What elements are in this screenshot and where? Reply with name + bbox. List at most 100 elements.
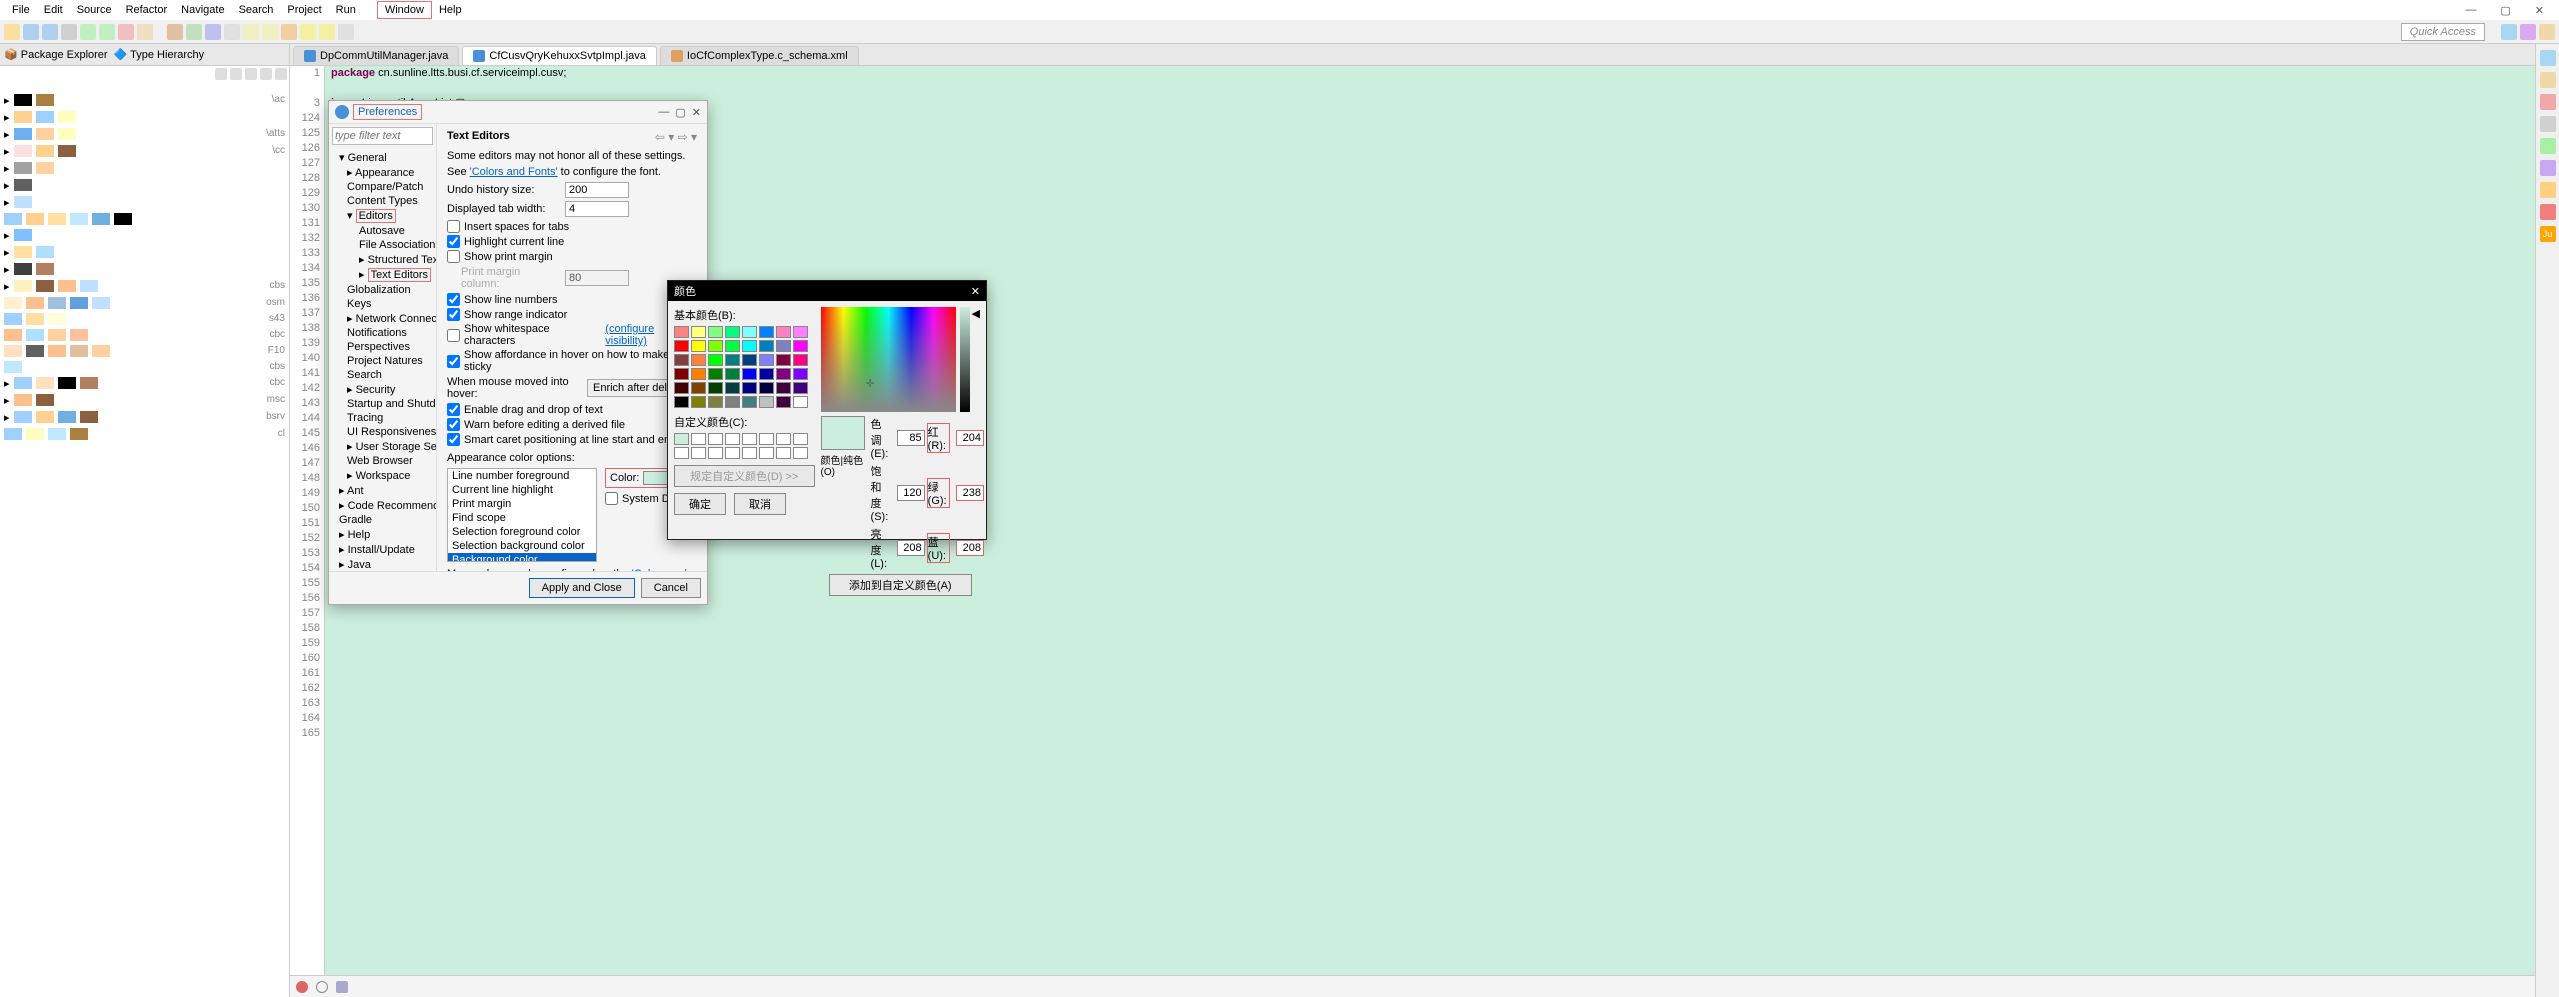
crosshair-icon[interactable]: ✛: [866, 377, 875, 390]
prefs-nav-arrows[interactable]: ⇦ ▾ ⇨ ▾: [655, 130, 697, 144]
run-icon[interactable]: [99, 24, 115, 40]
coverage-icon[interactable]: [118, 24, 134, 40]
minimize-view-icon[interactable]: [260, 68, 272, 80]
filter-input[interactable]: [332, 127, 433, 145]
pkg-tree[interactable]: ▸\ac ▸ ▸\atts ▸\cc ▸ ▸ ▸ ▸ ▸ ▸ ▸cbs osm …: [0, 86, 289, 997]
console-icon[interactable]: [2540, 116, 2556, 132]
editor-tab-active[interactable]: CfCusvQryKehuxxSvtpImpl.java: [462, 46, 657, 65]
chk-hover[interactable]: [447, 355, 460, 368]
undo-input[interactable]: [565, 182, 629, 198]
color-ok-button[interactable]: 确定: [674, 493, 726, 515]
error-log-icon[interactable]: [2540, 204, 2556, 220]
tree-expand-icon[interactable]: ▸: [4, 196, 10, 209]
pin-icon[interactable]: [338, 24, 354, 40]
tree-expand-icon[interactable]: ▸: [4, 394, 10, 407]
menu-navigate[interactable]: Navigate: [174, 2, 231, 18]
progress-icon[interactable]: [2540, 138, 2556, 154]
tree-expand-icon[interactable]: ▸: [4, 263, 10, 276]
menu-project[interactable]: Project: [280, 2, 328, 18]
editor-tab[interactable]: IoCfComplexType.c_schema.xml: [660, 46, 859, 65]
tabwidth-input[interactable]: [565, 201, 629, 217]
search-view-icon[interactable]: [2540, 182, 2556, 198]
perspective-other-icon[interactable]: [2539, 24, 2555, 40]
outline-icon[interactable]: [2540, 50, 2556, 66]
menu-window[interactable]: Window: [377, 1, 432, 19]
save-icon[interactable]: [23, 24, 39, 40]
save-all-icon[interactable]: [42, 24, 58, 40]
tree-expand-icon[interactable]: ▸: [4, 162, 10, 175]
chk-smart-caret[interactable]: [447, 433, 460, 446]
perspective-java-icon[interactable]: [2501, 24, 2517, 40]
back-icon[interactable]: [300, 24, 316, 40]
color-gradient[interactable]: ✛: [821, 307, 956, 412]
junit-icon[interactable]: Ju: [2540, 226, 2556, 242]
debug-icon[interactable]: [80, 24, 96, 40]
basic-colors-grid[interactable]: [674, 326, 815, 408]
lum-input[interactable]: [897, 540, 925, 556]
menu-refactor[interactable]: Refactor: [119, 2, 175, 18]
minimize-icon[interactable]: —: [2458, 2, 2483, 19]
tasks-icon[interactable]: [2540, 72, 2556, 88]
perspective-debug-icon[interactable]: [2520, 24, 2536, 40]
chk-warn-derived[interactable]: [447, 418, 460, 431]
tree-expand-icon[interactable]: ▸: [4, 145, 10, 158]
hue-input[interactable]: [897, 430, 925, 446]
lum-arrow-icon[interactable]: ◀: [972, 307, 980, 412]
annotation-next-icon[interactable]: [262, 24, 278, 40]
tree-expand-icon[interactable]: ▸: [4, 179, 10, 192]
menu-help[interactable]: Help: [432, 2, 469, 18]
chk-line-numbers[interactable]: [447, 293, 460, 306]
search-icon[interactable]: [224, 24, 240, 40]
tree-expand-icon[interactable]: ▸: [4, 229, 10, 242]
pkg-explorer-tab[interactable]: 📦 Package Explorer: [4, 48, 108, 61]
menu-source[interactable]: Source: [70, 2, 119, 18]
last-edit-icon[interactable]: [281, 24, 297, 40]
chk-highlight-line[interactable]: [447, 235, 460, 248]
color-options-list[interactable]: Line number foregroundCurrent line highl…: [447, 468, 597, 562]
build-icon[interactable]: [61, 24, 77, 40]
open-type-icon[interactable]: [205, 24, 221, 40]
ext-tools-icon[interactable]: [137, 24, 153, 40]
maximize-view-icon[interactable]: [275, 68, 287, 80]
chk-whitespace[interactable]: [447, 329, 460, 342]
luminosity-slider[interactable]: [960, 307, 970, 412]
tree-expand-icon[interactable]: ▸: [4, 411, 10, 424]
overview-icon[interactable]: [336, 981, 348, 993]
tree-expand-icon[interactable]: ▸: [4, 280, 10, 293]
prefs-minimize-icon[interactable]: —: [658, 106, 669, 119]
menu-edit[interactable]: Edit: [37, 2, 70, 18]
type-hierarchy-tab[interactable]: 🔷 Type Hierarchy: [114, 48, 205, 61]
annotation-prev-icon[interactable]: [243, 24, 259, 40]
g-input[interactable]: [956, 485, 984, 501]
problems-icon[interactable]: [2540, 94, 2556, 110]
prefs-maximize-icon[interactable]: ▢: [675, 106, 685, 119]
maximize-icon[interactable]: ▢: [2493, 2, 2517, 19]
forward-icon[interactable]: [319, 24, 335, 40]
new-class-icon[interactable]: [186, 24, 202, 40]
menu-search[interactable]: Search: [232, 2, 281, 18]
apply-close-button[interactable]: Apply and Close: [529, 578, 635, 598]
tree-expand-icon[interactable]: ▸: [4, 377, 10, 390]
new-icon[interactable]: [4, 24, 20, 40]
tree-expand-icon[interactable]: ▸: [4, 111, 10, 124]
collapse-all-icon[interactable]: [215, 68, 227, 80]
tree-expand-icon[interactable]: ▸: [4, 94, 10, 107]
editor-tab[interactable]: DpCommUtilManager.java: [293, 46, 459, 65]
bookmarks-icon[interactable]: [2540, 160, 2556, 176]
record-icon[interactable]: [316, 981, 328, 993]
view-menu-icon[interactable]: [245, 68, 257, 80]
breakpoint-icon[interactable]: [296, 981, 308, 993]
chk-range[interactable]: [447, 308, 460, 321]
prefs-close-icon[interactable]: ✕: [692, 106, 701, 119]
chk-dnd[interactable]: [447, 403, 460, 416]
color-cancel-button[interactable]: 取消: [734, 493, 786, 515]
menu-file[interactable]: File: [5, 2, 37, 18]
link-editor-icon[interactable]: [230, 68, 242, 80]
chk-print-margin[interactable]: [447, 250, 460, 263]
r-input[interactable]: [956, 430, 984, 446]
colors-fonts-link[interactable]: 'Colors and Fonts': [470, 166, 558, 178]
b-input[interactable]: [956, 540, 984, 556]
menu-run[interactable]: Run: [329, 2, 363, 18]
tree-expand-icon[interactable]: ▸: [4, 246, 10, 259]
chk-sys-default[interactable]: [605, 492, 618, 505]
